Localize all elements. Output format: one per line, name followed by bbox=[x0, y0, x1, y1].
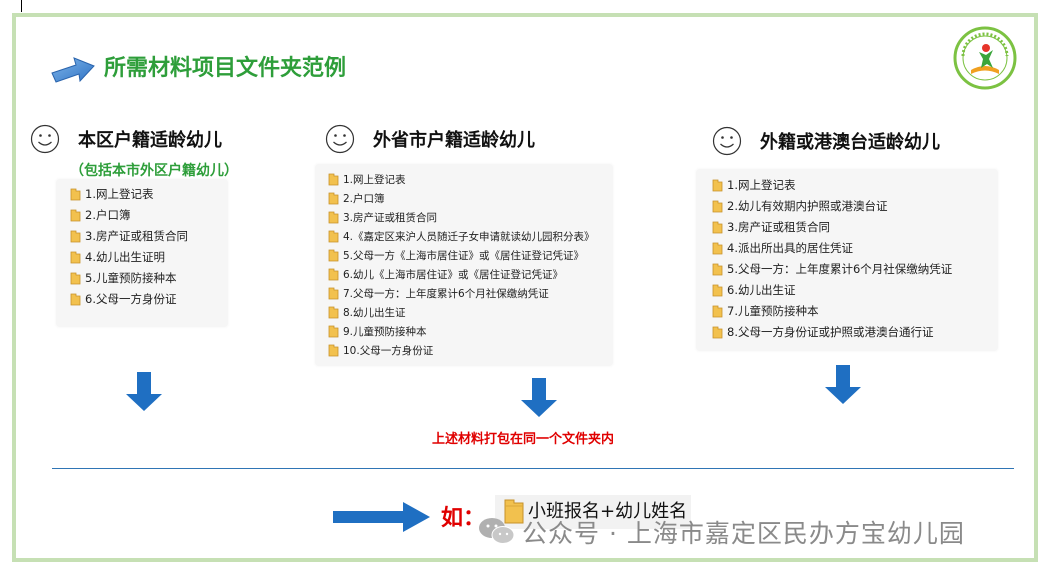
column-2-heading: 外省市户籍适龄幼儿 bbox=[325, 124, 535, 154]
smiley-icon bbox=[325, 124, 355, 154]
list-item: 8.父母一方身份证或护照或港澳台通行证 bbox=[712, 324, 933, 340]
folder-icon bbox=[712, 221, 723, 233]
folder-icon bbox=[70, 230, 81, 242]
folder-icon bbox=[712, 200, 723, 212]
folder-icon bbox=[328, 287, 339, 300]
page-title: 所需材料项目文件夹范例 bbox=[104, 56, 347, 81]
list-item: 8.幼儿出生证 bbox=[328, 305, 406, 320]
folder-icon bbox=[328, 268, 339, 281]
column-3-title: 外籍或港澳台适龄幼儿 bbox=[760, 132, 940, 153]
folder-icon bbox=[328, 249, 339, 262]
smiley-icon bbox=[30, 124, 60, 154]
folder-icon bbox=[712, 242, 723, 254]
account-watermark: 公众号 · 上海市嘉定区民办方宝幼儿园 bbox=[522, 519, 965, 548]
list-item: 9.儿童预防接种本 bbox=[328, 324, 427, 339]
column-3-panel bbox=[697, 170, 997, 350]
pack-note: 上述材料打包在同一个文件夹内 bbox=[432, 432, 615, 447]
wechat-icon bbox=[479, 518, 515, 544]
list-item: 4.派出所出具的居住凭证 bbox=[712, 240, 853, 256]
folder-icon bbox=[328, 211, 339, 224]
list-item: 3.房产证或租赁合同 bbox=[70, 228, 188, 244]
folder-icon bbox=[70, 251, 81, 263]
arrow-right-icon bbox=[333, 502, 430, 532]
list-item: 1.网上登记表 bbox=[70, 186, 153, 202]
folder-icon bbox=[712, 284, 723, 296]
folder-icon bbox=[70, 272, 81, 284]
folder-icon bbox=[712, 326, 723, 338]
list-item: 2.户口簿 bbox=[70, 207, 130, 223]
folder-icon bbox=[70, 293, 81, 305]
list-item: 1.网上登记表 bbox=[712, 177, 795, 193]
arrow-down-icon bbox=[521, 378, 557, 417]
title-arrow-icon bbox=[51, 57, 95, 83]
folder-icon bbox=[712, 263, 723, 275]
arrow-down-icon bbox=[126, 372, 162, 411]
folder-icon bbox=[328, 192, 339, 205]
list-item: 6.父母一方身份证 bbox=[70, 291, 176, 307]
list-item: 1.网上登记表 bbox=[328, 172, 406, 187]
folder-icon bbox=[328, 173, 339, 186]
list-item: 7.父母一方：上年度累计6个月社保缴纳凭证 bbox=[328, 286, 549, 301]
column-3-heading: 外籍或港澳台适龄幼儿 bbox=[712, 126, 940, 156]
list-item: 5.父母一方：上年度累计6个月社保缴纳凭证 bbox=[712, 261, 952, 277]
folder-icon bbox=[328, 325, 339, 338]
list-item: 4.幼儿出生证明 bbox=[70, 249, 165, 265]
list-item: 3.房产证或租赁合同 bbox=[328, 210, 437, 225]
folder-icon bbox=[328, 306, 339, 319]
list-item: 5.父母一方《上海市居住证》或《居住证登记凭证》 bbox=[328, 248, 584, 263]
divider-line bbox=[52, 468, 1014, 469]
list-item: 4.《嘉定区来沪人员随迁子女申请就读幼儿园积分表》 bbox=[328, 229, 595, 244]
list-item: 2.幼儿有效期内护照或港澳台证 bbox=[712, 198, 887, 214]
folder-icon bbox=[712, 305, 723, 317]
text-cursor bbox=[21, 0, 22, 12]
list-item: 6.幼儿出生证 bbox=[712, 282, 795, 298]
arrow-down-icon bbox=[825, 365, 861, 404]
folder-icon bbox=[712, 179, 723, 191]
list-item: 7.儿童预防接种本 bbox=[712, 303, 818, 319]
list-item: 5.儿童预防接种本 bbox=[70, 270, 176, 286]
list-item: 6.幼儿《上海市居住证》或《居住证登记凭证》 bbox=[328, 267, 563, 282]
column-1-subheading: （包括本市外区户籍幼儿） bbox=[70, 163, 238, 179]
smiley-icon bbox=[712, 126, 742, 156]
list-item: 10.父母一方身份证 bbox=[328, 343, 433, 358]
column-1-heading: 本区户籍适龄幼儿 bbox=[30, 124, 222, 154]
folder-icon bbox=[70, 188, 81, 200]
column-2-title: 外省市户籍适龄幼儿 bbox=[373, 130, 535, 151]
folder-icon bbox=[328, 230, 339, 243]
column-1-title: 本区户籍适龄幼儿 bbox=[78, 130, 222, 151]
folder-icon bbox=[70, 209, 81, 221]
list-item: 2.户口簿 bbox=[328, 191, 385, 206]
kindergarten-logo bbox=[953, 26, 1017, 90]
list-item: 3.房产证或租赁合同 bbox=[712, 219, 830, 235]
folder-icon bbox=[328, 344, 339, 357]
